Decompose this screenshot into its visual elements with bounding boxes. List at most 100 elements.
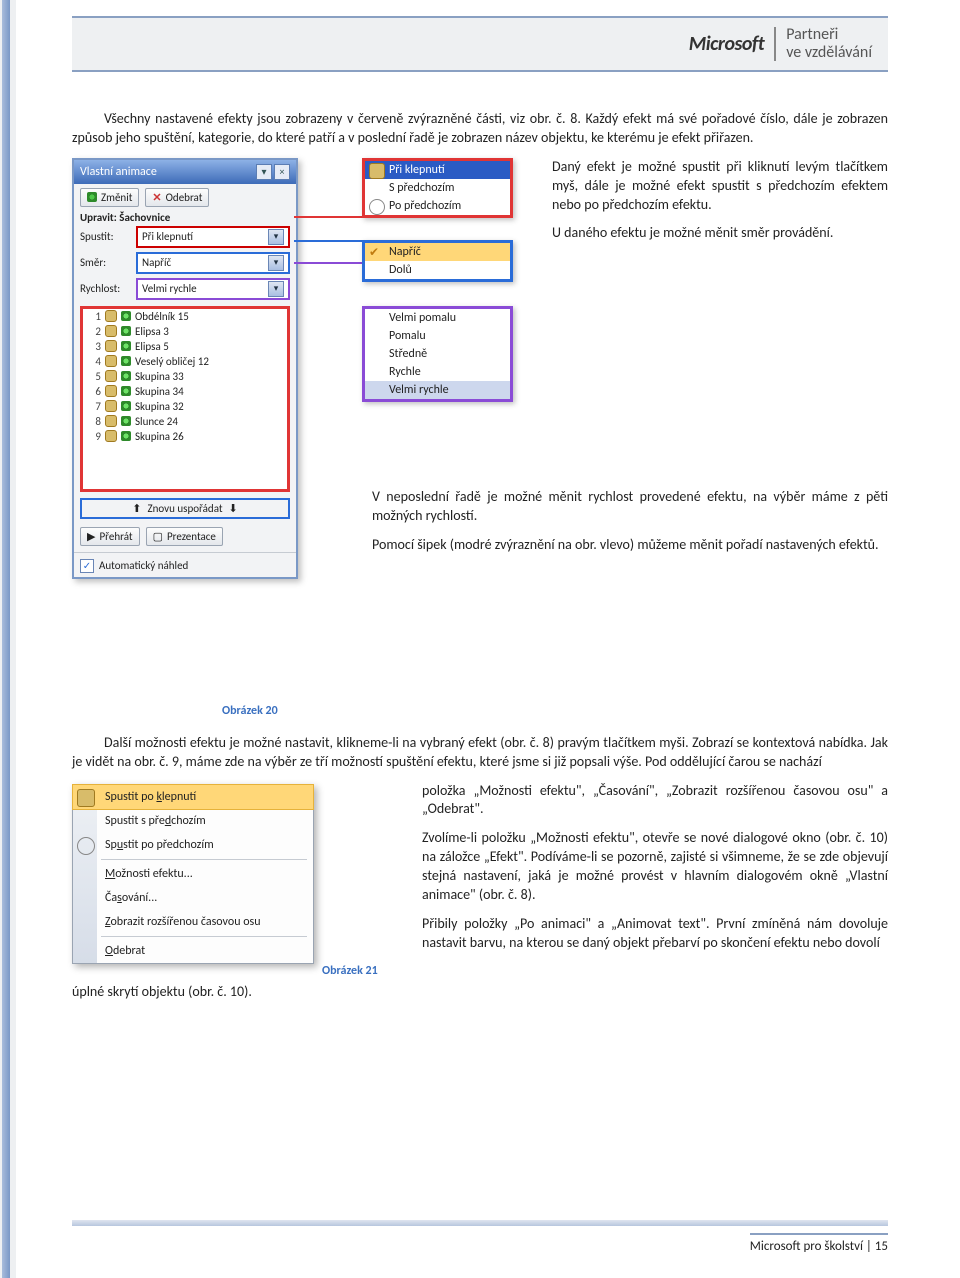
menu-remove[interactable]: Odebrat	[73, 939, 313, 963]
start-options-popout: Při klepnutí S předchozím Po předchozím	[362, 158, 513, 218]
menu-start-after-previous[interactable]: Spustit po předchozím	[73, 833, 313, 857]
list-item: 2Elipsa 3	[83, 324, 287, 339]
play-button[interactable]: ▶Přehrát	[80, 527, 140, 546]
mouse-icon	[105, 385, 117, 397]
effect-icon	[121, 356, 131, 366]
menu-start-with-previous[interactable]: Spustit s předchozím	[73, 809, 313, 833]
option-slow[interactable]: Pomalu	[365, 327, 510, 345]
start-label: Spustit:	[80, 230, 132, 243]
list-item: 3Elipsa 5	[83, 339, 287, 354]
option-with-previous[interactable]: S předchozím	[365, 179, 510, 197]
page-header: Microsoft Partneři ve vzdělávání	[72, 16, 888, 72]
panel-title-text: Vlastní animace	[80, 165, 157, 179]
paragraph-direction: U daného efektu je možné měnit směr prov…	[552, 224, 888, 243]
mouse-icon	[105, 370, 117, 382]
panel-titlebar: Vlastní animace ▾ ×	[74, 160, 296, 184]
option-across[interactable]: ✔Napříč	[365, 243, 510, 261]
menu-effect-options[interactable]: Možnosti efektu...	[73, 862, 313, 886]
paragraph-effect-options: Zvolíme-li položku „Možnosti efektu", ot…	[422, 829, 888, 905]
effect-list[interactable]: 1Obdélník 15 2Elipsa 3 3Elipsa 5 4Veselý…	[80, 306, 290, 492]
reorder-down-icon[interactable]: ⬇	[229, 502, 238, 515]
page-footer: Microsoft pro školství | 15	[750, 1233, 888, 1254]
screen-icon: ▢	[153, 530, 163, 543]
reorder-label: Znovu uspořádat	[147, 502, 222, 515]
speed-options-popout: Velmi pomalu Pomalu Středně Rychle Velmi…	[362, 306, 513, 402]
play-icon: ▶	[87, 530, 95, 543]
microsoft-logo-text: Microsoft	[689, 32, 764, 56]
option-medium[interactable]: Středně	[365, 345, 510, 363]
mouse-icon	[105, 355, 117, 367]
start-select[interactable]: Při klepnutí▾	[136, 226, 290, 248]
connector-red	[294, 216, 362, 218]
option-on-click[interactable]: Při klepnutí	[365, 161, 510, 179]
reorder-up-icon[interactable]: ⬆	[132, 502, 141, 515]
check-icon: ✔	[369, 245, 383, 259]
list-item: 9Skupina 26	[83, 429, 287, 444]
effect-icon	[121, 416, 131, 426]
x-icon: ✕	[152, 191, 161, 204]
mouse-icon	[369, 163, 385, 179]
figure-21-caption: Obrázek 21	[322, 964, 378, 978]
custom-animation-panel: Vlastní animace ▾ × Změnit ✕Odebrat Upra…	[72, 158, 298, 579]
list-item: 1Obdélník 15	[83, 309, 287, 324]
speed-select[interactable]: Velmi rychle▾	[136, 278, 290, 300]
list-item: 5Skupina 33	[83, 369, 287, 384]
paragraph-start: Daný efekt je možné spustit při kliknutí…	[552, 158, 888, 215]
star-icon	[87, 192, 97, 202]
option-very-fast[interactable]: Velmi rychle	[365, 381, 510, 399]
effect-icon	[121, 431, 131, 441]
effect-icon	[121, 401, 131, 411]
connector-blue	[294, 240, 362, 242]
effect-icon	[121, 341, 131, 351]
option-down[interactable]: Dolů	[365, 261, 510, 279]
chevron-down-icon: ▾	[268, 281, 284, 297]
figure-20-caption: Obrázek 20	[222, 704, 278, 718]
effect-icon	[121, 326, 131, 336]
footer-accent	[72, 1220, 888, 1226]
option-very-slow[interactable]: Velmi pomalu	[365, 309, 510, 327]
remove-button[interactable]: ✕Odebrat	[145, 188, 209, 207]
close-icon[interactable]: ×	[274, 164, 290, 180]
slideshow-button[interactable]: ▢Prezentace	[146, 527, 223, 546]
menu-start-on-click[interactable]: Spustit po klepnutí	[72, 784, 314, 810]
menu-timing[interactable]: Časování...	[73, 886, 313, 910]
clock-icon	[369, 199, 385, 215]
autopreview-checkbox[interactable]: ✓ Automatický náhled	[74, 555, 296, 577]
clock-icon	[77, 837, 95, 855]
option-fast[interactable]: Rychle	[365, 363, 510, 381]
context-menu: Spustit po klepnutí Spustit s předchozím…	[72, 784, 314, 964]
paragraph-speed: V neposlední řadě je možné měnit rychlos…	[372, 488, 888, 526]
menu-show-timeline[interactable]: Zobrazit rozšířenou časovou osu	[73, 910, 313, 934]
paragraph-after-animation: Přibily položky „Po animaci" a „Animovat…	[422, 915, 888, 953]
list-item: 8Slunce 24	[83, 414, 287, 429]
mouse-icon	[105, 340, 117, 352]
connector-purple	[294, 262, 362, 264]
direction-select[interactable]: Napříč▾	[136, 252, 290, 274]
option-after-previous[interactable]: Po předchozím	[365, 197, 510, 215]
mouse-icon	[105, 430, 117, 442]
list-item: 6Skupina 34	[83, 384, 287, 399]
paragraph-reorder: Pomocí šipek (modré zvýraznění na obr. v…	[372, 536, 888, 555]
edit-label: Upravit: Šachovnice	[74, 211, 296, 224]
effect-icon	[121, 371, 131, 381]
chevron-down-icon: ▾	[268, 255, 284, 271]
change-button[interactable]: Změnit	[80, 188, 139, 207]
list-item: 7Skupina 32	[83, 399, 287, 414]
paragraph-context-intro: Další možnosti efektu je možné nastavit,…	[72, 734, 888, 772]
dropdown-icon[interactable]: ▾	[256, 164, 272, 180]
speed-label: Rychlost:	[80, 282, 132, 295]
paragraph-tail: úplné skrytí objektu (obr. č. 10).	[72, 983, 888, 1002]
direction-label: Směr:	[80, 256, 132, 269]
brand-tagline-2: ve vzdělávání	[786, 44, 872, 62]
direction-options-popout: ✔Napříč Dolů	[362, 240, 513, 282]
brand-tagline-1: Partneři	[786, 26, 872, 44]
mouse-icon	[105, 400, 117, 412]
chevron-down-icon: ▾	[268, 229, 284, 245]
effect-icon	[121, 386, 131, 396]
checkbox-icon: ✓	[80, 559, 94, 573]
paragraph-intro: Všechny nastavené efekty jsou zobrazeny …	[72, 110, 888, 148]
brand-divider	[774, 27, 776, 61]
page-left-accent	[0, 0, 16, 1278]
mouse-icon	[105, 325, 117, 337]
paragraph-context-items: položka „Možnosti efektu", „Časování", „…	[422, 782, 888, 820]
